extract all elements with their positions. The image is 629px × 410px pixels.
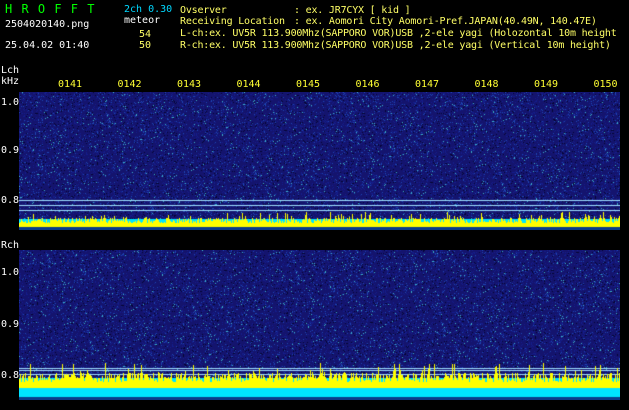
- lch-ytick: 1.0: [1, 97, 20, 108]
- rch-description: R-ch:ex. UV5R 113.900Mhz(SAPPORO VOR)USB…: [180, 40, 611, 51]
- lch-description: L-ch:ex. UV5R 113.900Mhz(SAPPORO VOR)USB…: [180, 28, 617, 39]
- time-tick: 0146: [355, 79, 380, 90]
- time-tick: 0142: [117, 79, 142, 90]
- rch-ytick: 0.9: [1, 319, 20, 330]
- meteor-count-rch: 50: [139, 40, 152, 51]
- datetime: 25.04.02 01:40: [5, 40, 90, 51]
- time-tick: 0149: [534, 79, 559, 90]
- meteor-label: meteor: [124, 15, 161, 26]
- observer-value: : ex. JR7CYX [ kid ]: [294, 5, 411, 16]
- lch-label: Lch: [1, 65, 20, 76]
- time-tick: 0150: [593, 79, 618, 90]
- lch-spectrogram: [19, 92, 620, 230]
- lch-ytick: 0.9: [1, 145, 20, 156]
- time-tick: 0148: [474, 79, 499, 90]
- time-tick: 0143: [177, 79, 202, 90]
- location-label: Receiving Location: [180, 16, 285, 27]
- filename: 2504020140.png: [5, 19, 90, 30]
- rch-ytick: 0.8: [1, 370, 20, 381]
- location-value: : ex. Aomori City Aomori-Pref.JAPAN(40.4…: [294, 16, 597, 27]
- lch-unit: kHz: [1, 76, 20, 87]
- rch-ytick: 1.0: [1, 267, 20, 278]
- time-tick: 0145: [296, 79, 321, 90]
- meteor-count-lch: 54: [139, 29, 152, 40]
- time-tick: 0147: [415, 79, 440, 90]
- time-tick: 0144: [236, 79, 261, 90]
- rch-label: Rch: [1, 240, 20, 251]
- lch-ytick: 0.8: [1, 195, 20, 206]
- app-title: H R O F F T: [5, 2, 96, 16]
- observer-label: Ovserver: [180, 5, 227, 16]
- time-tick: 0141: [58, 79, 83, 90]
- rch-spectrogram: [19, 250, 620, 400]
- version-label: 2ch 0.30: [124, 4, 173, 15]
